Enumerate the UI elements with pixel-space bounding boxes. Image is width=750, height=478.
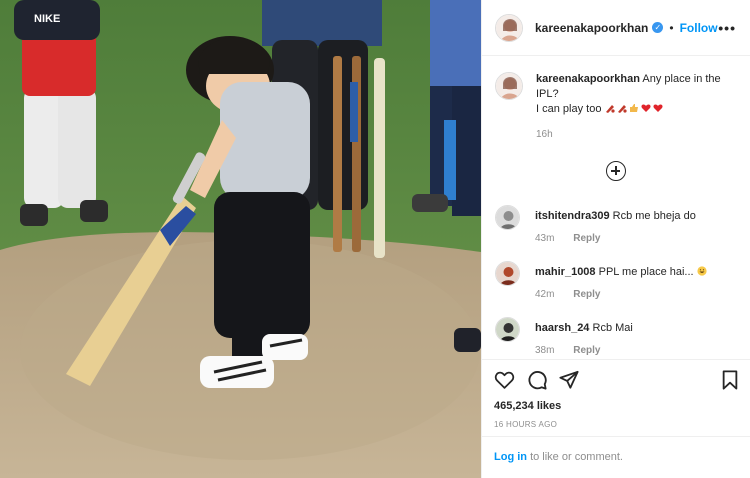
separator-dot: • — [669, 20, 674, 35]
heart-emoji-icon — [640, 104, 651, 112]
comment-item: itshitendra309 Rcb me bheja do 43m Reply — [495, 205, 740, 244]
likes-count[interactable]: 465,234 likes — [494, 400, 739, 412]
commenter-avatar[interactable] — [495, 261, 520, 286]
thumbs-up-emoji-icon — [629, 104, 638, 112]
action-icons-row — [494, 369, 739, 391]
follow-button[interactable]: Follow — [680, 21, 718, 35]
login-prompt: Log in to like or comment. — [482, 436, 750, 478]
cricket-emoji-icon — [605, 105, 615, 113]
reply-button[interactable]: Reply — [573, 345, 600, 356]
reply-button[interactable]: Reply — [573, 289, 600, 300]
caption-author-avatar[interactable] — [495, 72, 523, 100]
comment-icon[interactable] — [527, 370, 547, 390]
post-header: kareenakapoorkhan ✓ • Follow ••• — [482, 0, 750, 56]
caption-timestamp: 16h — [536, 129, 553, 140]
svg-text:NIKE: NIKE — [34, 13, 60, 25]
comment-time: 38m — [535, 345, 555, 356]
load-more-comments-icon[interactable] — [606, 161, 626, 181]
author-username[interactable]: kareenakapoorkhan — [535, 21, 648, 35]
heart-icon[interactable] — [494, 370, 515, 390]
comment-username[interactable]: itshitendra309 — [535, 210, 610, 222]
share-icon[interactable] — [559, 370, 579, 390]
login-prompt-text: to like or comment. — [530, 451, 623, 463]
comment-item: haarsh_24 Rcb Mai 38m Reply — [495, 317, 740, 356]
caption-username[interactable]: kareenakapoorkhan — [536, 73, 640, 85]
comment-text: Rcb me bheja do — [612, 210, 696, 222]
instagram-post-view: NIKE kareenakapoorkhan ✓ • Follow ••• ka… — [0, 0, 750, 478]
bookmark-icon[interactable] — [721, 370, 739, 390]
comment-time: 42m — [535, 289, 555, 300]
grinning-emoji-icon — [697, 266, 707, 276]
post-timestamp: 16 HOURS AGO — [494, 420, 558, 429]
comment-text: Rcb Mai — [592, 322, 633, 334]
caption-text-line2: I can play too — [536, 103, 602, 115]
more-options-icon[interactable]: ••• — [718, 20, 736, 36]
verified-badge-icon: ✓ — [652, 22, 664, 33]
post-caption: kareenakapoorkhan Any place in the IPL? … — [495, 72, 740, 142]
reply-button[interactable]: Reply — [573, 233, 600, 244]
login-link[interactable]: Log in — [494, 451, 527, 463]
post-photo[interactable]: NIKE — [0, 0, 481, 478]
comment-username[interactable]: haarsh_24 — [535, 322, 589, 334]
post-actions: 465,234 likes 16 HOURS AGO — [482, 359, 750, 429]
commenter-avatar[interactable] — [495, 317, 520, 342]
comment-username[interactable]: mahir_1008 — [535, 266, 596, 278]
comment-item: mahir_1008 PPL me place hai... 42m Reply — [495, 261, 740, 300]
commenter-avatar[interactable] — [495, 205, 520, 230]
cricket-photo-illustration: NIKE — [0, 0, 481, 478]
cricket-emoji-icon — [617, 105, 627, 113]
author-avatar[interactable] — [495, 13, 523, 42]
heart-emoji-icon — [652, 104, 663, 112]
comment-time: 43m — [535, 233, 555, 244]
post-details-panel: kareenakapoorkhan ✓ • Follow ••• kareena… — [481, 0, 750, 478]
comment-text: PPL me place hai... — [598, 266, 694, 278]
